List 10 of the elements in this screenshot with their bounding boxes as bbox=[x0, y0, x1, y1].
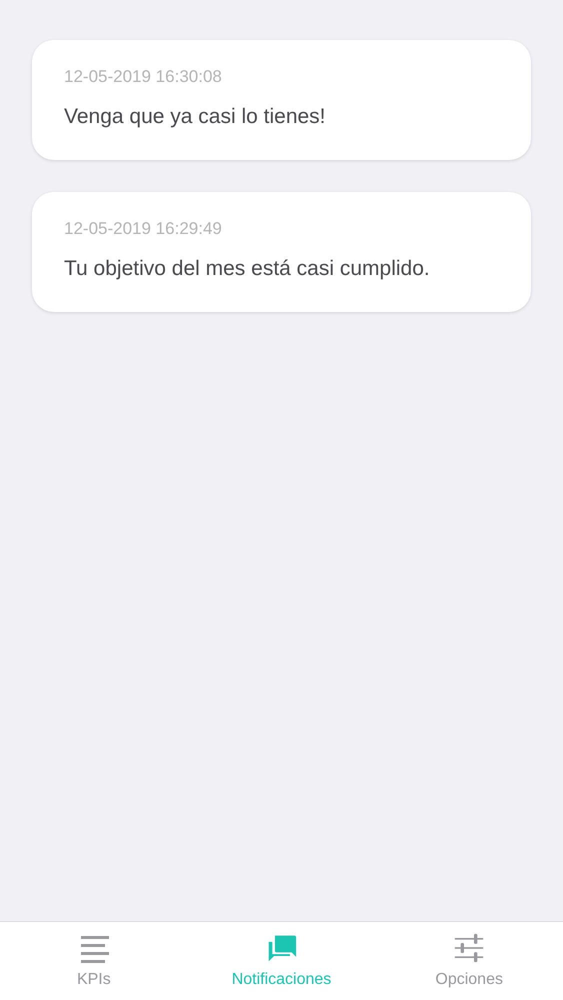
notification-timestamp: 12-05-2019 16:29:49 bbox=[64, 219, 223, 239]
tab[interactable]: KPIs bbox=[0, 922, 188, 1000]
tab[interactable]: Notificaciones bbox=[188, 922, 376, 1000]
notification-message: Venga que ya casi lo tienes! bbox=[64, 105, 327, 129]
sliders-icon bbox=[454, 933, 484, 963]
tab[interactable]: Opciones bbox=[375, 922, 563, 1000]
list-icon bbox=[78, 933, 109, 963]
notification-timestamp: 12-05-2019 16:30:08 bbox=[64, 67, 223, 87]
chat-icon bbox=[266, 933, 296, 963]
notification-message: Tu objetivo del mes está casi cumplido. bbox=[64, 257, 431, 281]
